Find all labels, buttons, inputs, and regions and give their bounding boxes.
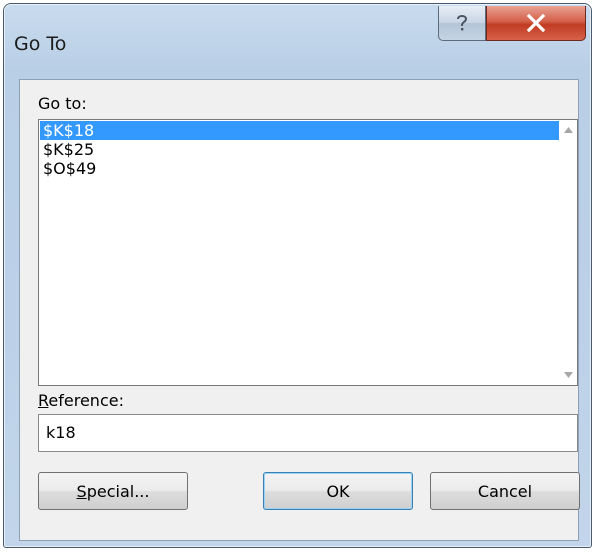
chevron-down-icon <box>563 372 573 378</box>
dialog-body: Go to: $K$18 $K$25 $O$49 Reference: k18 … <box>19 79 580 541</box>
list-item[interactable]: $O$49 <box>40 159 559 178</box>
reference-input[interactable]: k18 <box>38 414 578 452</box>
cancel-button[interactable]: Cancel <box>430 472 580 510</box>
go-to-dialog: Go To Go to: $K$18 $K$25 $O$49 Reference… <box>3 3 592 548</box>
list-item[interactable]: $K$18 <box>40 121 559 140</box>
scroll-down-button[interactable] <box>559 366 577 384</box>
special-button[interactable]: Special... <box>38 472 188 510</box>
question-mark-icon <box>457 15 468 31</box>
vertical-scrollbar[interactable] <box>559 120 577 385</box>
close-x-icon <box>526 14 546 32</box>
help-button[interactable] <box>438 6 486 41</box>
go-to-label: Go to: <box>38 94 87 113</box>
close-button[interactable] <box>486 6 586 41</box>
go-to-listbox[interactable]: $K$18 $K$25 $O$49 <box>38 119 578 386</box>
reference-label: Reference: <box>38 391 124 410</box>
dialog-title: Go To <box>14 33 67 55</box>
list-item[interactable]: $K$25 <box>40 140 559 159</box>
scroll-up-button[interactable] <box>559 121 577 139</box>
chevron-up-icon <box>563 127 573 133</box>
ok-button[interactable]: OK <box>263 472 413 510</box>
go-to-list: $K$18 $K$25 $O$49 <box>40 121 559 178</box>
